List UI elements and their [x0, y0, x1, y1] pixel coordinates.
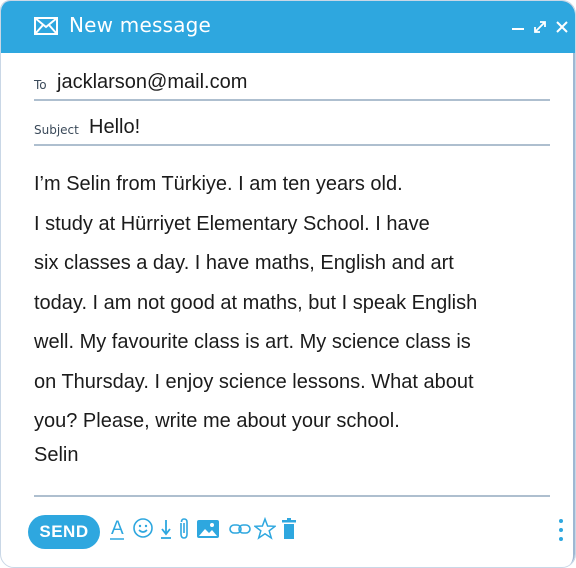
- trash-icon[interactable]: [281, 517, 297, 541]
- more-options-icon[interactable]: [555, 517, 567, 545]
- emoji-icon[interactable]: [132, 517, 154, 541]
- star-icon[interactable]: [254, 517, 276, 541]
- body-line: on Thursday. I enjoy science lessons. Wh…: [34, 370, 474, 393]
- text-format-letter: A: [111, 518, 124, 539]
- message-header: New message: [1, 1, 575, 53]
- body-line: well. My favourite class is art. My scie…: [34, 331, 471, 353]
- to-value[interactable]: jacklarson@mail.com: [57, 71, 247, 94]
- new-message-window: New message To jacklarson@mail.com Subje…: [0, 0, 576, 568]
- text-format-icon[interactable]: A: [109, 517, 125, 541]
- body-line: six classes a day. I have maths, English…: [34, 252, 454, 274]
- minimize-icon[interactable]: [510, 19, 526, 35]
- subject-value[interactable]: Hello!: [89, 116, 140, 139]
- footer-divider: [34, 495, 550, 497]
- expand-icon[interactable]: [532, 19, 548, 35]
- body-line: today. I am not good at maths, but I spe…: [34, 291, 478, 314]
- body-line: you? Please, write me about your school.: [34, 410, 400, 432]
- download-icon[interactable]: [159, 517, 173, 541]
- mail-icon: [34, 17, 58, 35]
- send-button[interactable]: SEND: [28, 515, 100, 549]
- subject-label: Subject: [34, 123, 79, 137]
- to-field[interactable]: To jacklarson@mail.com: [34, 61, 550, 101]
- link-icon[interactable]: [229, 517, 251, 541]
- close-icon[interactable]: [554, 19, 570, 35]
- message-body[interactable]: I’m Selin from Türkiye. I am ten years o…: [34, 165, 564, 442]
- image-icon[interactable]: [196, 517, 220, 541]
- signature: Selin: [34, 444, 79, 466]
- subject-field[interactable]: Subject Hello!: [34, 106, 550, 146]
- window-title: New message: [69, 13, 212, 37]
- body-line: I study at Hürriyet Elementary School. I…: [34, 212, 430, 235]
- body-line: I’m Selin from Türkiye. I am ten years o…: [34, 173, 403, 195]
- to-label: To: [34, 78, 47, 92]
- attachment-icon[interactable]: [177, 517, 189, 541]
